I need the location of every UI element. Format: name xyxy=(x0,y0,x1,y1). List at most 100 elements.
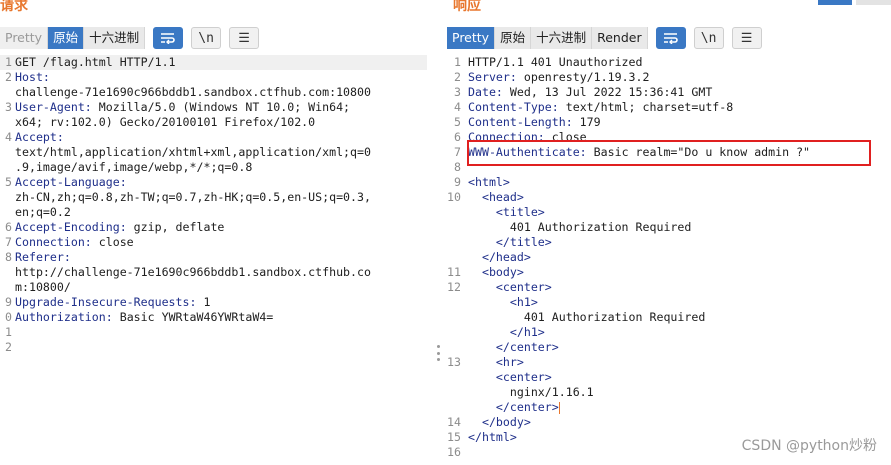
response-line: 5 Content-Length: 179 xyxy=(445,115,891,130)
request-line: 2 xyxy=(0,340,427,355)
line-content: challenge-71e1690c966bddb1.sandbox.ctfhu… xyxy=(15,85,371,100)
response-toolbar: Pretty 原始 十六进制 Render \n ☰ xyxy=(447,27,762,49)
line-number: 4 xyxy=(5,130,12,144)
request-tab-hex[interactable]: 十六进制 xyxy=(84,27,146,49)
line-number: 0 xyxy=(5,310,12,324)
request-line: 0 Authorization: Basic YWRtaW46YWRtaW4= xyxy=(0,310,427,325)
header-name: Server: xyxy=(468,70,517,84)
line-number: 2 xyxy=(5,70,12,84)
response-line: 9 <html> xyxy=(445,175,891,190)
response-line: <title> xyxy=(445,205,891,220)
header-name: Content-Type: xyxy=(468,100,559,114)
header-value: <head> xyxy=(468,190,524,204)
line-number: 1 xyxy=(5,55,12,69)
request-line: 8 Referer: xyxy=(0,250,427,265)
line-content: </center> xyxy=(468,400,560,415)
request-wrap-button[interactable] xyxy=(153,27,184,49)
header-name: Date: xyxy=(468,85,503,99)
layout-toggle[interactable] xyxy=(818,0,891,5)
header-name: Connection: xyxy=(15,235,92,249)
response-line: 14 </body> xyxy=(445,415,891,430)
header-value: <title> xyxy=(468,205,545,219)
response-line: 10 <head> xyxy=(445,190,891,205)
line-number: 11 xyxy=(447,265,461,279)
header-value: GET /flag.html HTTP/1.1 xyxy=(15,55,176,69)
request-toolbar: Pretty 原始 十六进制 \n ☰ xyxy=(0,27,260,49)
header-value: <center> xyxy=(468,370,552,384)
header-value: <h1> xyxy=(468,295,538,309)
header-name: Upgrade-Insecure-Requests: xyxy=(15,295,197,309)
header-value: 401 Authorization Required xyxy=(468,220,692,234)
line-number: 4 xyxy=(454,100,461,114)
line-content: </html> xyxy=(468,430,517,445)
line-number: 10 xyxy=(447,190,461,204)
header-name: Accept-Encoding: xyxy=(15,220,127,234)
header-value: <body> xyxy=(468,265,524,279)
line-number: 9 xyxy=(454,175,461,189)
response-line: 401 Authorization Required xyxy=(445,310,891,325)
line-number: 6 xyxy=(454,130,461,144)
response-menu-button[interactable]: ☰ xyxy=(731,27,762,49)
header-value: <hr> xyxy=(468,355,524,369)
header-value: text/html,application/xhtml+xml,applicat… xyxy=(15,145,371,159)
header-value: </head> xyxy=(468,250,531,264)
request-tab-raw[interactable]: 原始 xyxy=(48,27,85,49)
line-number: 2 xyxy=(5,340,12,354)
line-content: Accept-Language: xyxy=(15,175,127,190)
response-newline-button[interactable]: \n xyxy=(693,27,724,49)
header-value: HTTP/1.1 401 Unauthorized xyxy=(468,55,643,69)
line-number: 2 xyxy=(454,70,461,84)
line-content: </body> xyxy=(468,415,531,430)
line-content: Connection: close xyxy=(15,235,134,250)
line-content: </head> xyxy=(468,250,531,265)
response-tab-pretty[interactable]: Pretty xyxy=(447,27,496,49)
response-line: </center> xyxy=(445,400,891,415)
wrap-icon xyxy=(663,33,678,44)
request-tab-pretty[interactable]: Pretty xyxy=(0,27,49,49)
header-name: Accept: xyxy=(15,130,64,144)
line-content: text/html,application/xhtml+xml,applicat… xyxy=(15,145,371,160)
header-name: Content-Length: xyxy=(468,115,573,129)
request-line: 3 User-Agent: Mozilla/5.0 (Windows NT 10.… xyxy=(0,100,427,115)
request-line: challenge-71e1690c966bddb1.sandbox.ctfhu… xyxy=(0,85,427,100)
line-number: 7 xyxy=(5,235,12,249)
line-content: Upgrade-Insecure-Requests: 1 xyxy=(15,295,210,310)
response-tab-hex[interactable]: 十六进制 xyxy=(531,27,593,49)
line-content: <center> xyxy=(468,370,552,385)
line-content: m:10800/ xyxy=(15,280,71,295)
line-content: </title> xyxy=(468,235,552,250)
header-value: gzip, deflate xyxy=(126,220,225,234)
line-content: <title> xyxy=(468,205,545,220)
header-value: m:10800/ xyxy=(15,280,71,294)
menu-icon: ☰ xyxy=(740,30,753,46)
response-wrap-button[interactable] xyxy=(655,27,686,49)
pane-resize-handle[interactable] xyxy=(437,345,441,361)
request-line: http://challenge-71e1690c966bddb1.sandbo… xyxy=(0,265,427,280)
request-line: en;q=0.2 xyxy=(0,205,427,220)
header-value: </center> xyxy=(468,340,559,354)
line-number: 9 xyxy=(5,295,12,309)
request-newline-button[interactable]: \n xyxy=(191,27,222,49)
header-value: </h1> xyxy=(468,325,545,339)
www-authenticate-highlight-box xyxy=(467,140,871,166)
line-content: Date: Wed, 13 Jul 2022 15:36:41 GMT xyxy=(468,85,712,100)
header-name: Host: xyxy=(15,70,50,84)
line-content: <head> xyxy=(468,190,524,205)
header-value: zh-CN,zh;q=0.8,zh-TW;q=0.7,zh-HK;q=0.5,e… xyxy=(15,190,371,204)
header-name: Accept-Language: xyxy=(15,175,127,189)
line-number: 1 xyxy=(5,325,12,339)
response-editor[interactable]: 1 HTTP/1.1 401 Unauthorized 2 Server: openr… xyxy=(445,55,891,465)
line-content: Referer: xyxy=(15,250,71,265)
request-editor[interactable]: 1 GET /flag.html HTTP/1.1 2 Host: challenge-… xyxy=(0,55,427,465)
response-line: 4 Content-Type: text/html; charset=utf-8 xyxy=(445,100,891,115)
header-name: Authorization: xyxy=(15,310,113,324)
request-line: 9 Upgrade-Insecure-Requests: 1 xyxy=(0,295,427,310)
header-value: http://challenge-71e1690c966bddb1.sandbo… xyxy=(15,265,371,279)
response-title: 响应 xyxy=(453,0,481,14)
line-content: </center> xyxy=(468,340,559,355)
request-menu-button[interactable]: ☰ xyxy=(229,27,260,49)
line-content: 401 Authorization Required xyxy=(468,310,706,325)
response-tab-render[interactable]: Render xyxy=(592,27,648,49)
header-value: openresty/1.19.3.2 xyxy=(516,70,650,84)
response-tab-raw[interactable]: 原始 xyxy=(495,27,532,49)
